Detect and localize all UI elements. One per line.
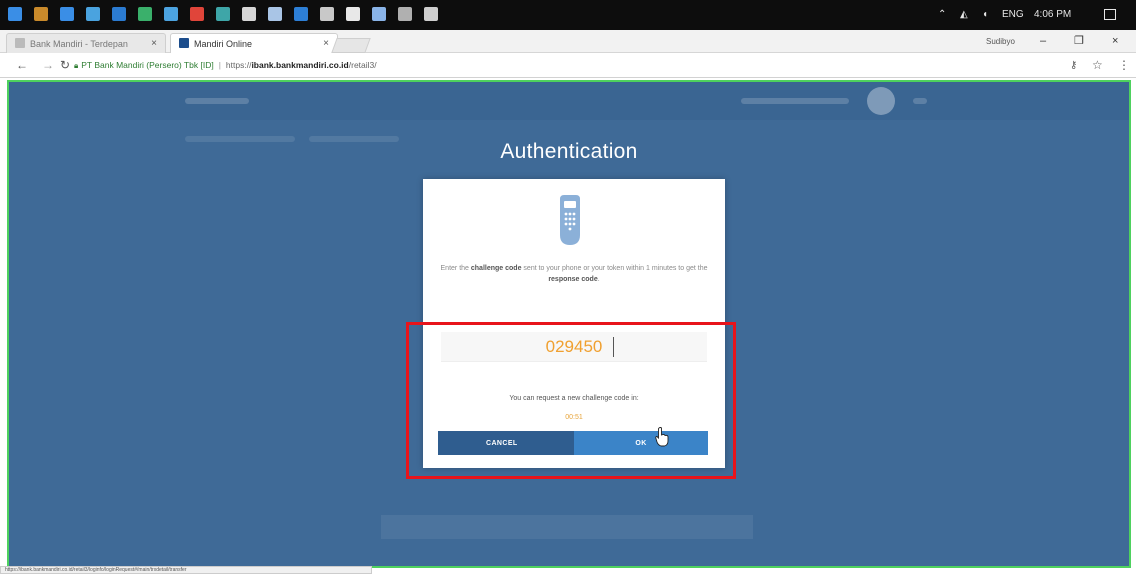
site-header [9, 82, 1129, 120]
url-host: ibank.bankmandiri.co.id [251, 60, 349, 70]
app-icon-2[interactable] [60, 7, 74, 21]
app-icon-5[interactable] [138, 7, 152, 21]
app-icon-8[interactable] [216, 7, 230, 21]
instruction-prefix: Enter the [440, 265, 469, 272]
bookmark-star-icon[interactable]: ☆ [1092, 53, 1103, 78]
reload-icon[interactable]: ↻ [60, 53, 70, 78]
app-icon-6[interactable] [164, 7, 178, 21]
app-icon-3[interactable] [86, 7, 100, 21]
network-icon[interactable]: ◭ [960, 0, 968, 30]
user-greeting [741, 98, 849, 104]
background-button-row [381, 515, 753, 539]
instruction-middle: sent to your phone or your token within … [523, 265, 708, 272]
app-icon-11[interactable] [294, 7, 308, 21]
chevron-up-icon[interactable]: ⌃ [938, 0, 946, 30]
lock-icon: 🔒︎ [74, 61, 79, 70]
tab-mandiri-online[interactable]: Mandiri Online × [170, 33, 338, 53]
tab-strip: Bank Mandiri - Terdepan × Mandiri Online… [0, 30, 1136, 53]
status-bar-url: https://ibank.bankmandiri.co.id/retail3/… [0, 566, 372, 574]
url-path: /retail3/ [348, 60, 377, 70]
windows-start-icon[interactable] [8, 7, 22, 21]
instruction-challenge-code: challenge code [470, 265, 522, 272]
restore-icon[interactable]: ❐ [1074, 30, 1084, 53]
clock[interactable]: 4:06 PM [1034, 0, 1071, 30]
close-window-icon[interactable]: × [1112, 30, 1118, 53]
menu-icon[interactable]: ⋮ [1118, 53, 1130, 78]
back-icon[interactable]: ← [16, 53, 28, 78]
action-center-icon[interactable] [1104, 9, 1116, 20]
profile-name[interactable]: Sudibyo [986, 30, 1015, 53]
token-device-icon [560, 195, 580, 245]
app-icon-10[interactable] [268, 7, 282, 21]
app-icon-4[interactable] [112, 7, 126, 21]
app-icon-12[interactable] [320, 7, 334, 21]
mandiri-favicon-icon [179, 38, 189, 48]
toolbar: ← → ↻ 🔒︎ PT Bank Mandiri (Persero) Tbk [I… [0, 53, 1136, 78]
site-logo [185, 98, 249, 104]
app-icon-16[interactable] [424, 7, 438, 21]
new-tab-button[interactable] [331, 38, 371, 53]
app-icon-13[interactable] [346, 7, 360, 21]
page-viewport: Authentication Enter the challenge code … [7, 80, 1131, 568]
close-tab-icon[interactable]: × [151, 34, 157, 54]
instruction-suffix: . [597, 276, 600, 283]
logout-icon[interactable] [913, 98, 927, 104]
taskbar: ⌃ ◭ ◖ ENG 4:06 PM [0, 0, 1136, 30]
close-tab-icon[interactable]: × [323, 34, 329, 54]
app-icon-9[interactable] [242, 7, 256, 21]
volume-icon[interactable]: ◖ [982, 0, 988, 30]
instruction-text: Enter the challenge code sent to your ph… [439, 263, 709, 285]
app-icon-1[interactable] [34, 7, 48, 21]
tab-favicon-icon [15, 38, 25, 48]
tab-label: Mandiri Online [194, 39, 253, 49]
instruction-response-code: response code [548, 276, 598, 283]
minimize-icon[interactable]: – [1040, 30, 1046, 53]
app-icon-14[interactable] [372, 7, 386, 21]
site-identity[interactable]: PT Bank Mandiri (Persero) Tbk [ID] [81, 60, 213, 70]
address-bar[interactable]: 🔒︎ PT Bank Mandiri (Persero) Tbk [ID] | htt… [74, 56, 1054, 74]
app-icon-15[interactable] [398, 7, 412, 21]
page-title: Authentication [500, 140, 638, 163]
url-scheme: https:// [225, 60, 252, 70]
tab-label: Bank Mandiri - Terdepan [30, 39, 128, 49]
language-indicator[interactable]: ENG [1002, 0, 1024, 30]
tab-bank-mandiri[interactable]: Bank Mandiri - Terdepan × [6, 33, 166, 53]
address-separator: | [218, 60, 221, 70]
highlight-box [406, 322, 736, 479]
avatar[interactable] [867, 87, 895, 115]
forward-icon[interactable]: → [42, 53, 54, 78]
key-icon[interactable]: ⚷ [1070, 53, 1077, 78]
chrome-icon[interactable] [190, 7, 204, 21]
